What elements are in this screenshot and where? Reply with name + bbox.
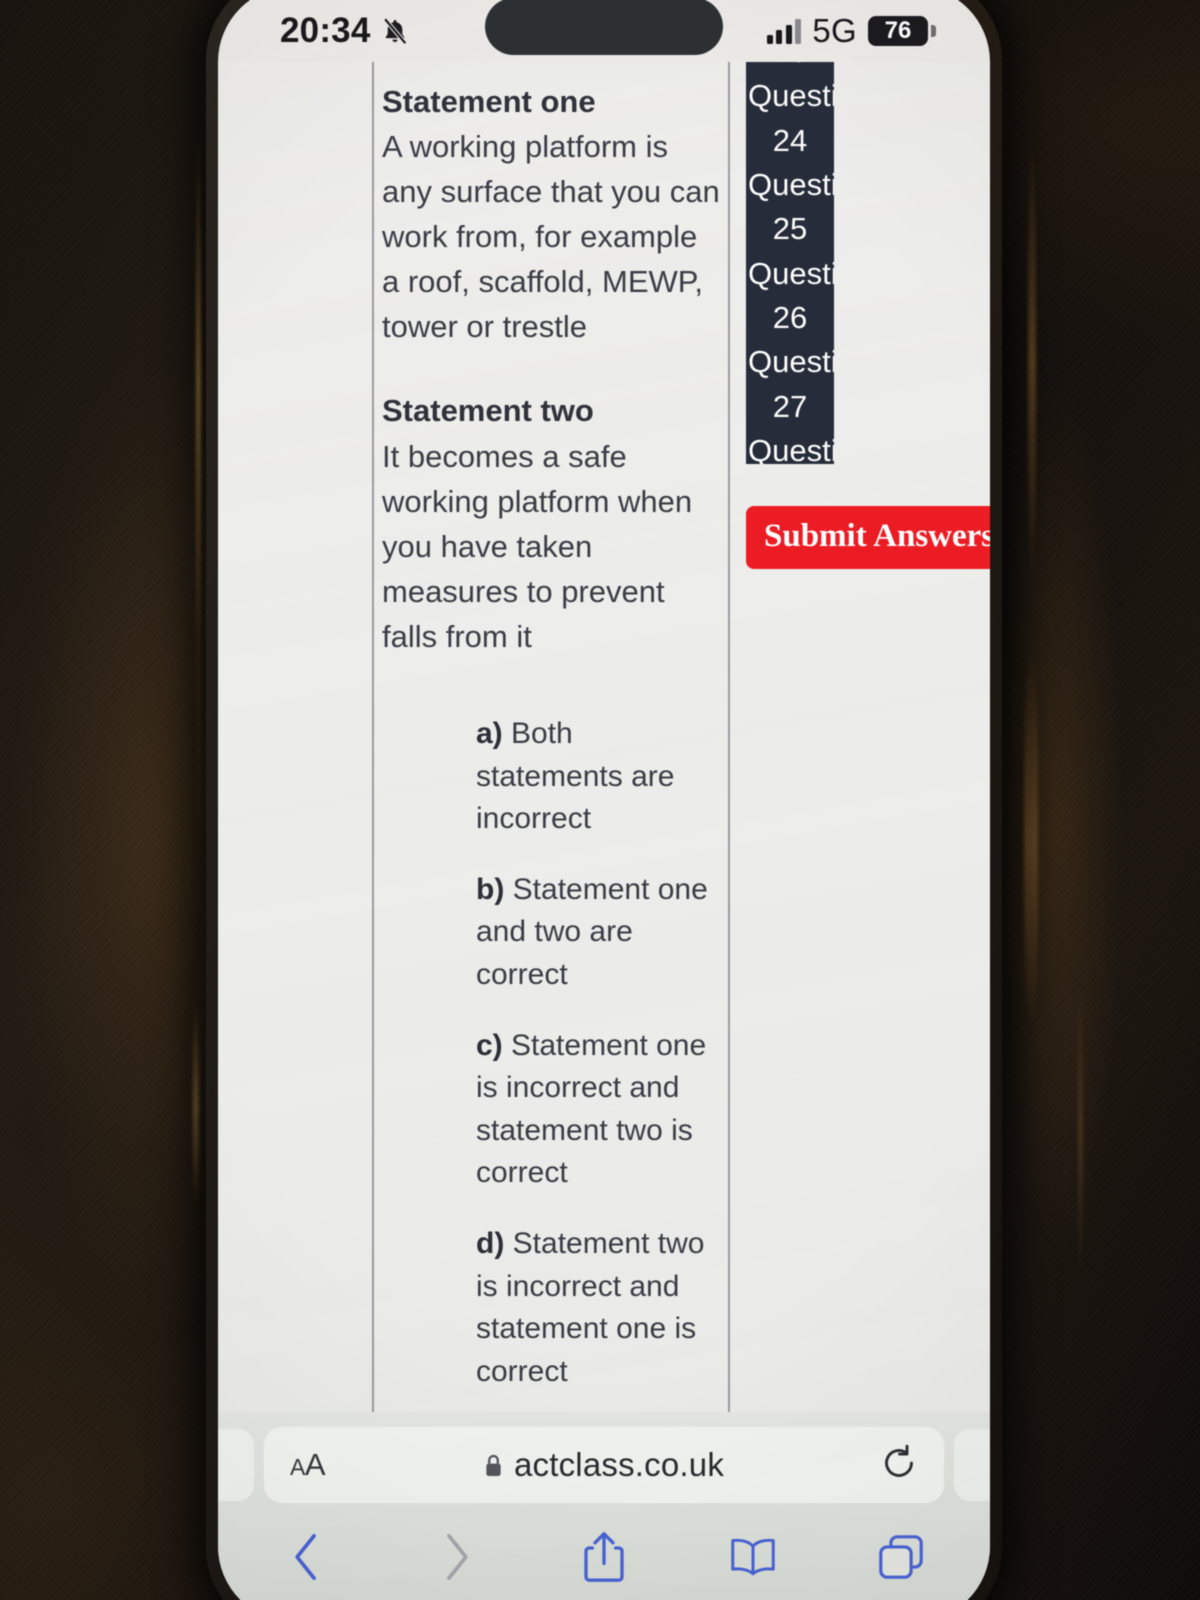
status-bar-left: 20:34 xyxy=(280,11,410,51)
safari-toolbar xyxy=(218,1514,990,1600)
quiz-table: Statement one A working platform is any … xyxy=(218,62,990,1412)
forward-icon xyxy=(429,1528,483,1586)
network-type: 5G xyxy=(812,12,857,49)
question-list-item[interactable]: Questi 24 xyxy=(746,74,834,163)
question-list[interactable]: 23 Questi 24 Questi 25 Questi 26 xyxy=(746,62,834,464)
answer-option-a[interactable]: a) Both statements are incorrect xyxy=(476,713,722,841)
back-icon[interactable] xyxy=(280,1528,334,1586)
statement-one-body: A working platform is any surface that y… xyxy=(382,129,720,345)
bell-slash-icon xyxy=(380,15,410,47)
answer-letter-d: d) xyxy=(476,1226,505,1260)
clock: 20:34 xyxy=(280,11,371,50)
answer-options: a) Both statements are incorrect b) Stat… xyxy=(378,713,722,1393)
question-list-number: 27 xyxy=(772,388,808,424)
url-bar[interactable]: AA actclass.co.uk xyxy=(264,1427,944,1503)
answer-option-c[interactable]: c) Statement one is incorrect and statem… xyxy=(476,1025,722,1195)
answer-text-c: Statement one is incorrect and statement… xyxy=(476,1028,707,1190)
safari-bottom-chrome: AA actclass.co.uk xyxy=(218,1412,990,1600)
question-list-number: 24 xyxy=(772,122,808,158)
statement-two-body: It becomes a safe working platform when … xyxy=(382,438,693,654)
question-list-item[interactable]: 23 xyxy=(746,62,834,74)
answer-text-a: Both statements are incorrect xyxy=(476,716,675,836)
question-list-item[interactable]: Questi 26 xyxy=(746,252,834,341)
answer-option-b[interactable]: b) Statement one and two are correct xyxy=(476,869,722,997)
cellular-signal-icon xyxy=(766,18,802,44)
submit-area: Submit Answers xyxy=(746,506,990,569)
question-list-label: Questi xyxy=(748,78,834,114)
lock-icon xyxy=(484,1453,503,1478)
tabs-icon[interactable] xyxy=(874,1528,928,1586)
answer-letter-c: c) xyxy=(476,1028,503,1062)
submit-answers-button[interactable]: Submit Answers xyxy=(746,506,990,569)
phone-screen: 20:34 5G 76 Statement one A working plat… xyxy=(218,0,990,1600)
dynamic-island xyxy=(485,0,723,55)
question-column: Statement one A working platform is any … xyxy=(372,62,730,1412)
answer-option-d[interactable]: d) Statement two is incorrect and statem… xyxy=(476,1223,722,1393)
answer-text-d: Statement two is incorrect and statement… xyxy=(476,1226,705,1388)
sidebar-column: 23 Questi 24 Questi 25 Questi 26 xyxy=(730,62,990,1412)
url-text: actclass.co.uk xyxy=(513,1446,725,1483)
question-list-number: 23 xyxy=(746,62,834,74)
statement-one-title: Statement one xyxy=(382,84,596,119)
question-list-label: Questi xyxy=(748,166,834,202)
status-bar-right: 5G 76 xyxy=(766,12,936,50)
question-list-number: 25 xyxy=(772,211,808,247)
bookmarks-icon[interactable] xyxy=(726,1528,780,1586)
question-list-label: Questi xyxy=(748,432,834,464)
webview: Statement one A working platform is any … xyxy=(218,62,990,1412)
statement-two-title: Statement two xyxy=(382,393,594,429)
answer-text-b: Statement one and two are correct xyxy=(476,872,708,991)
url-display[interactable]: actclass.co.uk xyxy=(264,1446,944,1484)
previous-tab-peek[interactable] xyxy=(218,1429,254,1501)
next-tab-peek[interactable] xyxy=(954,1429,990,1501)
question-list-item[interactable]: Questi 25 xyxy=(746,163,834,252)
question-list-item[interactable]: Questi 27 xyxy=(746,340,834,429)
answer-letter-b: b) xyxy=(476,872,505,906)
question-list-item[interactable]: Questi xyxy=(746,429,834,464)
question-list-number: 26 xyxy=(772,299,808,335)
question-list-label: Questi xyxy=(748,255,834,291)
battery-indicator: 76 xyxy=(868,16,936,46)
question-list-label: Questi xyxy=(748,344,834,380)
answer-letter-a: a) xyxy=(476,716,503,750)
url-bar-row: AA actclass.co.uk xyxy=(218,1426,990,1504)
table-left-gutter xyxy=(218,62,372,1412)
share-icon[interactable] xyxy=(577,1528,631,1586)
